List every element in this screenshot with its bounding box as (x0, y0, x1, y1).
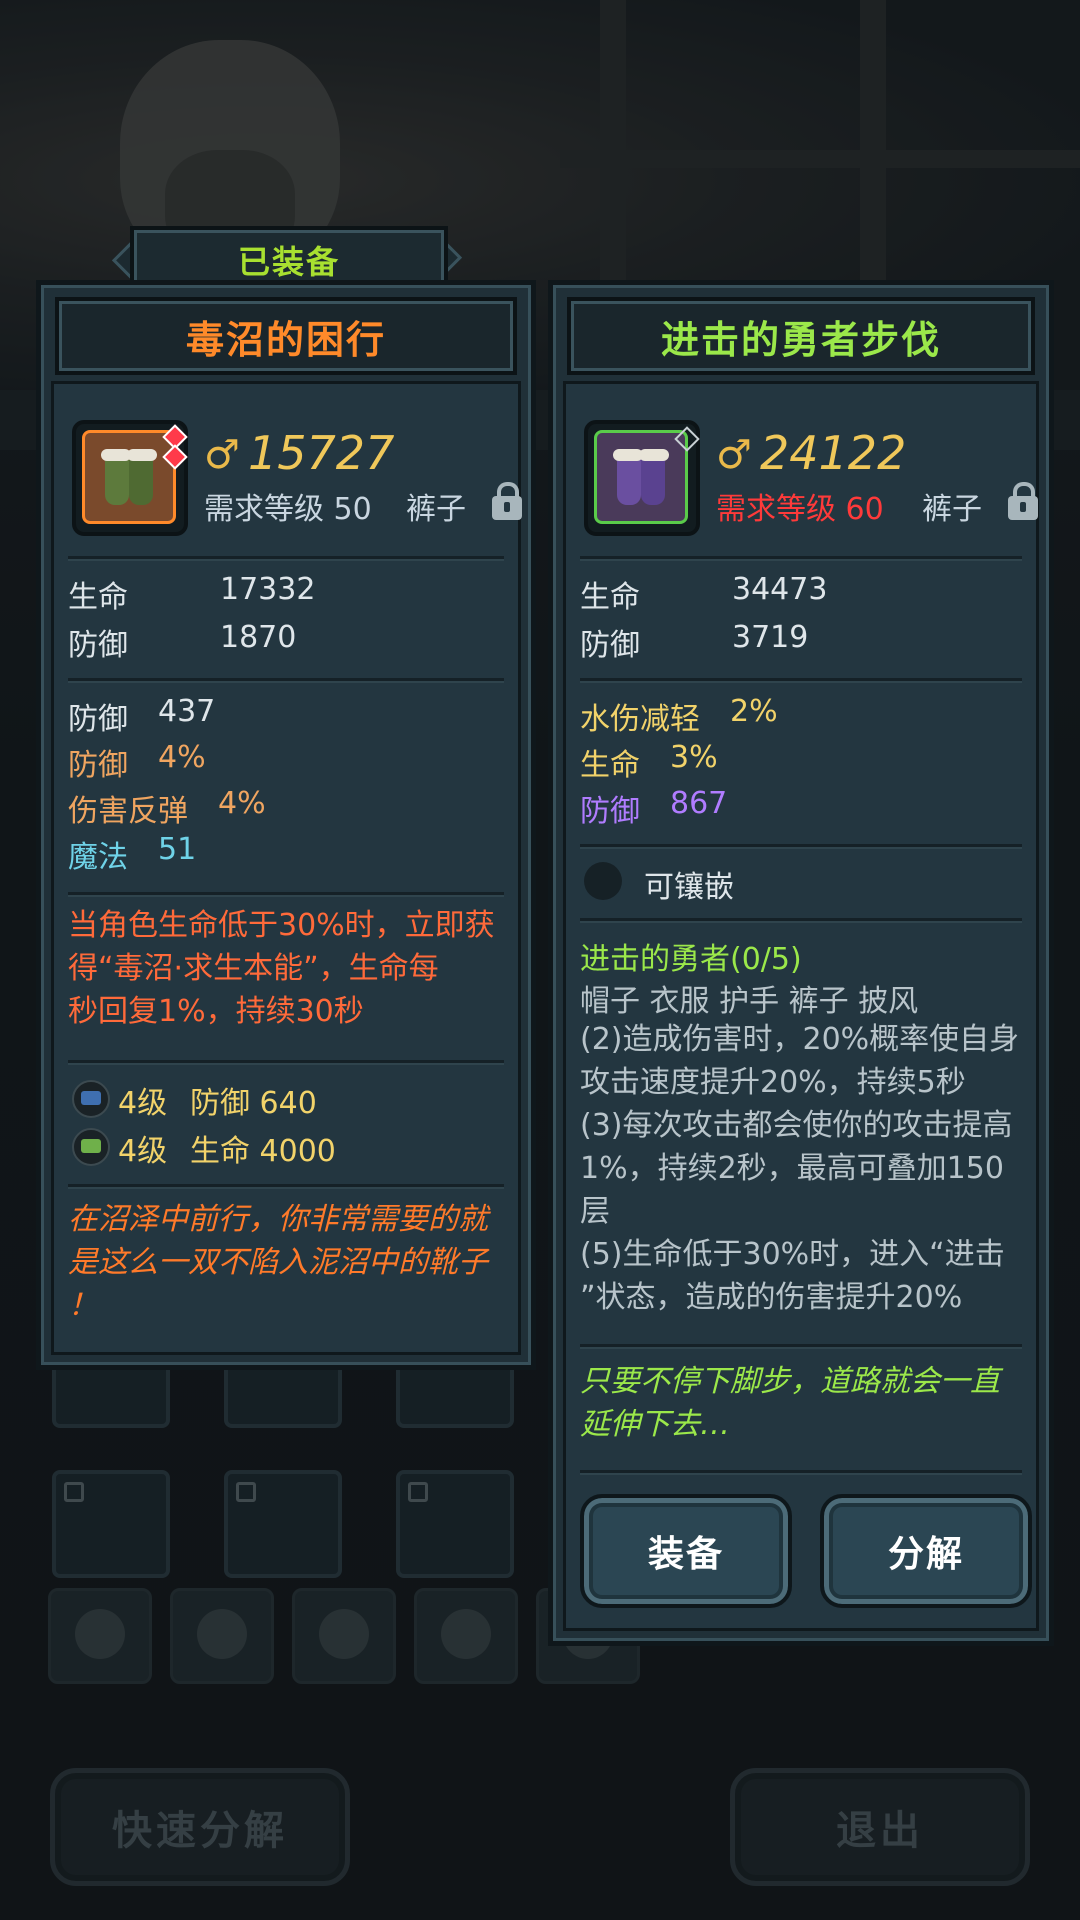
set-bonus-line: ”状态，造成的伤害提升20% (580, 1280, 963, 1315)
divider (68, 1060, 504, 1065)
set-bonus-line: 攻击速度提升20%，持续5秒 (580, 1065, 966, 1100)
divider (580, 918, 1022, 923)
gem-stat: 防御 640 (190, 1086, 317, 1121)
base-stat-label: 防御 (68, 628, 128, 663)
divider (580, 556, 1022, 561)
extra-stat-label: 伤害反弹 (68, 794, 188, 829)
divider (68, 556, 504, 561)
set-bonus-text: (2)造成伤害时，20%概率使自身 攻击速度提升20%，持续5秒 (3)每次攻击… (580, 1018, 1019, 1319)
gem-stat: 生命 4000 (190, 1134, 336, 1169)
extra-stat-value: 437 (158, 694, 216, 729)
power-value: 24122 (760, 426, 907, 480)
item-icon-frame[interactable] (72, 420, 188, 536)
lock-icon[interactable] (492, 482, 522, 520)
power-icon: ♂ (716, 432, 752, 478)
extra-stat-label: 防御 (580, 794, 640, 829)
item-details: ♂ 24122 需求等级 60 裤子 生命 34473 防御 3719 水伤减轻… (563, 381, 1039, 1631)
lock-icon[interactable] (1008, 482, 1038, 520)
extra-stat-label: 防御 (68, 748, 128, 783)
blue-gem-icon (72, 1080, 110, 1118)
extra-stat-value: 4% (158, 740, 206, 775)
flavor-line: 延伸下去… (580, 1407, 730, 1442)
extra-stat-value: 4% (218, 786, 266, 821)
special-effect-line: 当角色生命低于30%时，立即获 (68, 908, 495, 943)
base-stat-value: 17332 (220, 572, 316, 607)
extra-stat-label: 防御 (68, 702, 128, 737)
gem-level: 4级 (118, 1086, 168, 1121)
extra-stat-value: 867 (670, 786, 728, 821)
boot-icon (129, 457, 153, 505)
power-value: 15727 (248, 426, 395, 480)
item-slot-bg (82, 430, 176, 524)
flavor-text: 在沼泽中前行，你非常需要的就 是这么一双不陷入泥沼中的靴子 ！ (68, 1198, 488, 1327)
boot-icon (105, 457, 129, 505)
boot-icon (641, 457, 665, 505)
extra-stat-label: 水伤减轻 (580, 702, 700, 737)
set-bonus-line: (3)每次攻击都会使你的攻击提高 (580, 1108, 1013, 1143)
special-effect-line: 秒回复1%，持续30秒 (68, 994, 364, 1029)
divider (580, 678, 1022, 683)
base-stat-label: 生命 (580, 580, 640, 615)
set-name: 进击的勇者(0/5) (580, 942, 802, 977)
extra-stat-value: 2% (730, 694, 778, 729)
base-stat-value: 34473 (732, 572, 828, 607)
set-pieces: 帽子 衣服 护手 裤子 披风 (580, 984, 919, 1019)
flavor-line: 在沼泽中前行，你非常需要的就 (68, 1202, 488, 1237)
divider (68, 1184, 504, 1189)
extra-stat-label: 生命 (580, 748, 640, 783)
boot-cuff (127, 449, 157, 461)
slot-type: 裤子 (922, 492, 982, 527)
base-stat-value: 1870 (220, 620, 297, 655)
green-gem-icon (72, 1128, 110, 1166)
flavor-line: 只要不停下脚步，道路就会一直 (580, 1364, 1000, 1399)
new-item-panel: 进击的勇者步伐 ♂ 24122 需求等级 60 裤子 生命 34473 防御 3… (548, 280, 1054, 1646)
power-icon: ♂ (204, 432, 240, 478)
extra-stat-value: 3% (670, 740, 718, 775)
equip-button[interactable]: 装备 (580, 1494, 792, 1608)
item-name-title: 进击的勇者步伐 (567, 297, 1035, 375)
empty-socket-icon (584, 862, 622, 900)
divider (580, 1344, 1022, 1349)
flavor-line: 是这么一双不陷入泥沼中的靴子 (68, 1245, 488, 1280)
required-level: 需求等级 50 (204, 492, 372, 527)
special-effect-text: 当角色生命低于30%时，立即获 得“毒沼·求生本能”，生命每 秒回复1%，持续3… (68, 904, 495, 1033)
item-name-title: 毒沼的困行 (55, 297, 517, 375)
set-bonus-line: 层 (580, 1194, 610, 1229)
flavor-line: ！ (68, 1288, 98, 1323)
item-details: ♂ 15727 需求等级 50 裤子 生命 17332 防御 1870 防御 4… (51, 381, 522, 1355)
required-level: 需求等级 60 (716, 492, 884, 527)
base-stat-label: 防御 (580, 628, 640, 663)
divider (68, 892, 504, 897)
divider (580, 844, 1022, 849)
set-bonus-line: (5)生命低于30%时，进入“进击 (580, 1237, 1005, 1272)
equipped-item-panel: 毒沼的困行 ♂ 15727 需求等级 50 裤子 生命 17332 防御 187… (36, 280, 536, 1370)
boot-icon (617, 457, 641, 505)
socket-label: 可镶嵌 (644, 870, 734, 905)
decompose-button[interactable]: 分解 (820, 1494, 1032, 1608)
boot-cuff (639, 449, 669, 461)
item-slot-bg (594, 430, 688, 524)
divider (580, 1470, 1022, 1475)
extra-stat-value: 51 (158, 832, 197, 867)
base-stat-label: 生命 (68, 580, 128, 615)
extra-stat-label: 魔法 (68, 840, 128, 875)
set-bonus-line: 1%，持续2秒，最高可叠加150 (580, 1151, 1004, 1186)
base-stat-value: 3719 (732, 620, 809, 655)
set-bonus-line: (2)造成伤害时，20%概率使自身 (580, 1022, 1020, 1057)
special-effect-line: 得“毒沼·求生本能”，生命每 (68, 951, 439, 986)
slot-type: 裤子 (406, 492, 466, 527)
flavor-text: 只要不停下脚步，道路就会一直 延伸下去… (580, 1360, 1000, 1446)
divider (68, 678, 504, 683)
item-icon-frame[interactable] (584, 420, 700, 536)
gem-level: 4级 (118, 1134, 168, 1169)
